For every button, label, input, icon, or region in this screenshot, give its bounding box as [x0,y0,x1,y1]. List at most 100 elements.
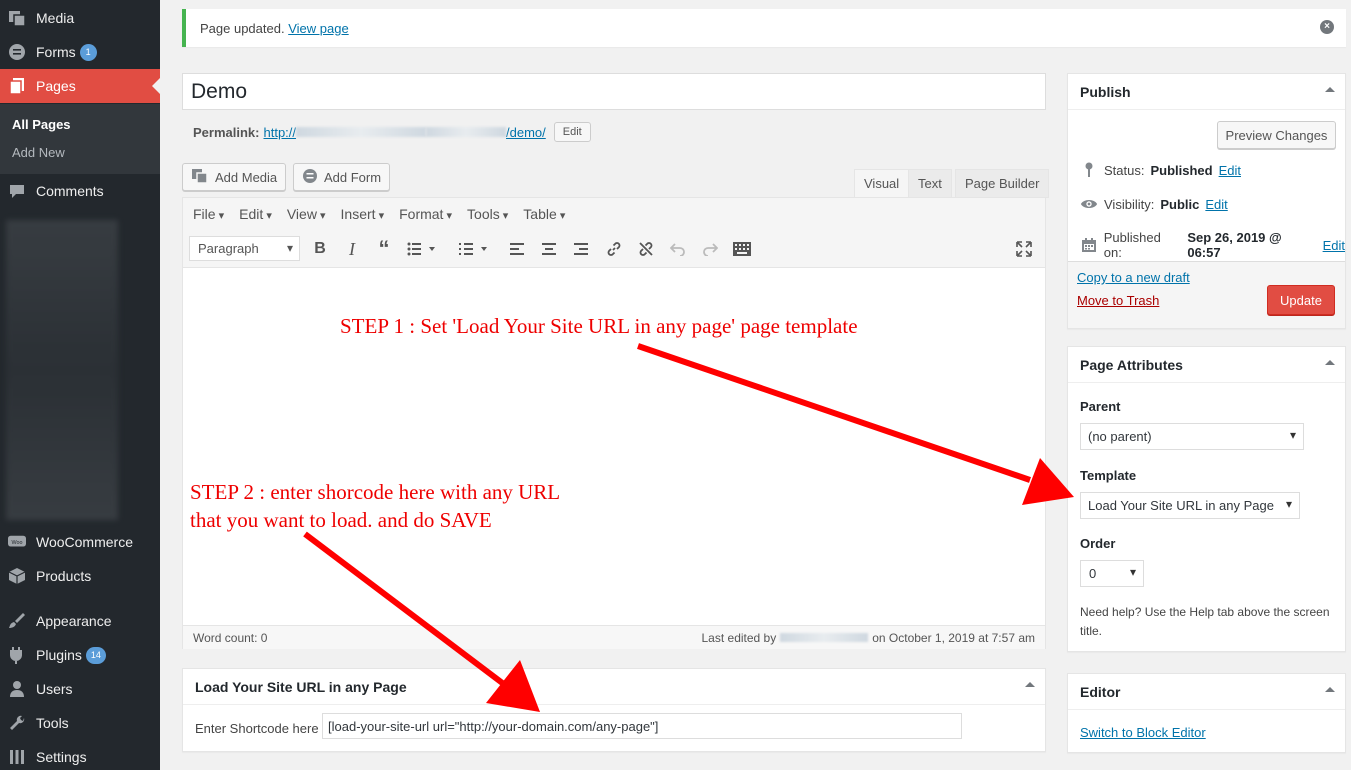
menu-users[interactable]: Users [0,672,160,706]
permalink-label: Permalink: [193,124,260,140]
blurred-menu-items [6,220,118,520]
menu-forms[interactable]: Forms 1 [0,35,160,69]
menu-appearance[interactable]: Appearance [0,604,160,638]
menu-view[interactable]: View [287,206,326,222]
add-form-button[interactable]: Add Form [293,163,391,191]
permalink-link[interactable]: http:// /demo/ [263,125,545,140]
menu-tools[interactable]: Tools [0,706,160,740]
italic-icon[interactable]: I [340,238,364,260]
shortcode-input[interactable] [322,713,962,739]
menu-format[interactable]: Format [399,206,452,222]
shortcode-metabox-header[interactable]: Load Your Site URL in any Page [183,669,1045,705]
attributes-help-text: Need help? Use the Help tab above the sc… [1080,605,1330,638]
switch-block-editor-link[interactable]: Switch to Block Editor [1080,725,1206,740]
forms-icon [8,43,26,61]
edit-visibility-link[interactable]: Edit [1205,197,1227,212]
redo-icon[interactable] [698,238,722,260]
menu-products[interactable]: Products [0,559,160,593]
preview-changes-button[interactable]: Preview Changes [1217,121,1336,149]
editor-toolbar: Paragraph B I “ [183,230,1045,268]
last-edited: Last edited by on October 1, 2019 at 7:5… [702,631,1036,645]
menu-insert[interactable]: Insert [341,206,385,222]
update-button[interactable]: Update [1267,285,1335,315]
tab-page-builder[interactable]: Page Builder [955,169,1050,198]
visibility-label: Visibility: [1104,196,1155,212]
collapse-arrow-icon[interactable] [1325,687,1335,692]
bold-icon[interactable]: B [308,238,332,260]
editor-metabox: Editor Switch to Block Editor [1067,673,1346,753]
step2-annotation-line2: that you want to load. and do SAVE [190,508,492,532]
order-input[interactable]: 0 [1080,560,1144,587]
undo-icon[interactable] [666,238,690,260]
edit-date-link[interactable]: Edit [1323,238,1345,253]
align-center-icon[interactable] [537,238,561,260]
menu-woocommerce[interactable]: Woo WooCommerce [0,525,160,559]
word-count: Word count: 0 [193,630,268,645]
move-to-trash-link[interactable]: Move to Trash [1077,293,1159,308]
edit-status-link[interactable]: Edit [1219,163,1241,178]
blockquote-icon[interactable]: “ [372,236,396,261]
fullscreen-icon[interactable] [1012,238,1036,260]
menu-edit[interactable]: Edit [239,206,272,222]
collapse-arrow-icon[interactable] [1325,360,1335,365]
blurred-username [780,633,869,642]
parent-label: Parent [1080,399,1121,414]
menu-tools[interactable]: Tools [467,206,508,222]
copy-draft-link[interactable]: Copy to a new draft [1077,270,1190,285]
permalink-start: http:// [263,124,297,140]
editor-menubar: File Edit View Insert Format Tools Table [183,198,1045,230]
tab-text[interactable]: Text [908,169,952,198]
permalink-end: /demo/ [506,124,546,140]
view-page-link[interactable]: View page [288,21,348,36]
menu-comments[interactable]: Comments [0,174,160,208]
menu-settings-label: Settings [36,749,87,765]
page-attributes-header[interactable]: Page Attributes [1068,347,1345,383]
align-left-icon[interactable] [505,238,529,260]
add-form-label: Add Form [324,169,382,185]
bullet-list-icon[interactable] [404,238,440,260]
step1-annotation: STEP 1 : Set 'Load Your Site URL in any … [340,314,858,338]
menu-media[interactable]: Media [0,1,160,35]
status-label: Status: [1104,162,1145,178]
menu-settings[interactable]: Settings [0,740,160,770]
user-icon [8,680,26,698]
calendar-icon [1080,237,1098,253]
pages-submenu: All Pages Add New [0,104,160,174]
post-title-input[interactable] [182,73,1046,110]
parent-select[interactable]: (no parent) [1080,423,1304,450]
link-icon[interactable] [602,238,626,260]
permalink-edit-button[interactable]: Edit [553,122,591,142]
status-row: Status: Published Edit [1080,162,1241,178]
notice-text: Page updated. [200,20,285,36]
permalink-row: Permalink: http:// /demo/ Edit [193,122,591,142]
align-right-icon[interactable] [569,238,593,260]
blurred-url [296,127,427,137]
format-select[interactable]: Paragraph [189,236,300,261]
comments-icon [8,182,26,200]
submenu-all-pages[interactable]: All Pages [12,117,71,132]
toolbar-toggle-icon[interactable] [730,238,754,260]
menu-pages-label: Pages [36,78,76,94]
template-select[interactable]: Load Your Site URL in any Page [1080,492,1300,519]
publish-header[interactable]: Publish [1068,74,1345,110]
collapse-arrow-icon[interactable] [1025,682,1035,687]
menu-file[interactable]: File [193,206,224,222]
submenu-add-new[interactable]: Add New [12,145,65,160]
menu-comments-label: Comments [36,183,104,199]
dismiss-notice-icon[interactable]: × [1320,20,1334,34]
menu-table[interactable]: Table [523,206,565,222]
unlink-icon[interactable] [634,238,658,260]
admin-sidebar: Media Forms 1 Pages All Pages Add New Co… [0,0,160,770]
menu-plugins[interactable]: Plugins 14 [0,638,160,672]
eye-icon [1080,196,1098,212]
menu-forms-label: Forms [36,44,76,60]
pages-icon [8,77,26,95]
numbered-list-icon[interactable] [456,238,492,260]
editor-metabox-title: Editor [1080,683,1121,700]
collapse-arrow-icon[interactable] [1325,87,1335,92]
menu-pages[interactable]: Pages [0,69,160,103]
editor-metabox-header[interactable]: Editor [1068,674,1345,710]
tab-visual[interactable]: Visual [854,169,910,198]
add-form-icon [302,168,318,187]
add-media-button[interactable]: Add Media [182,163,287,191]
